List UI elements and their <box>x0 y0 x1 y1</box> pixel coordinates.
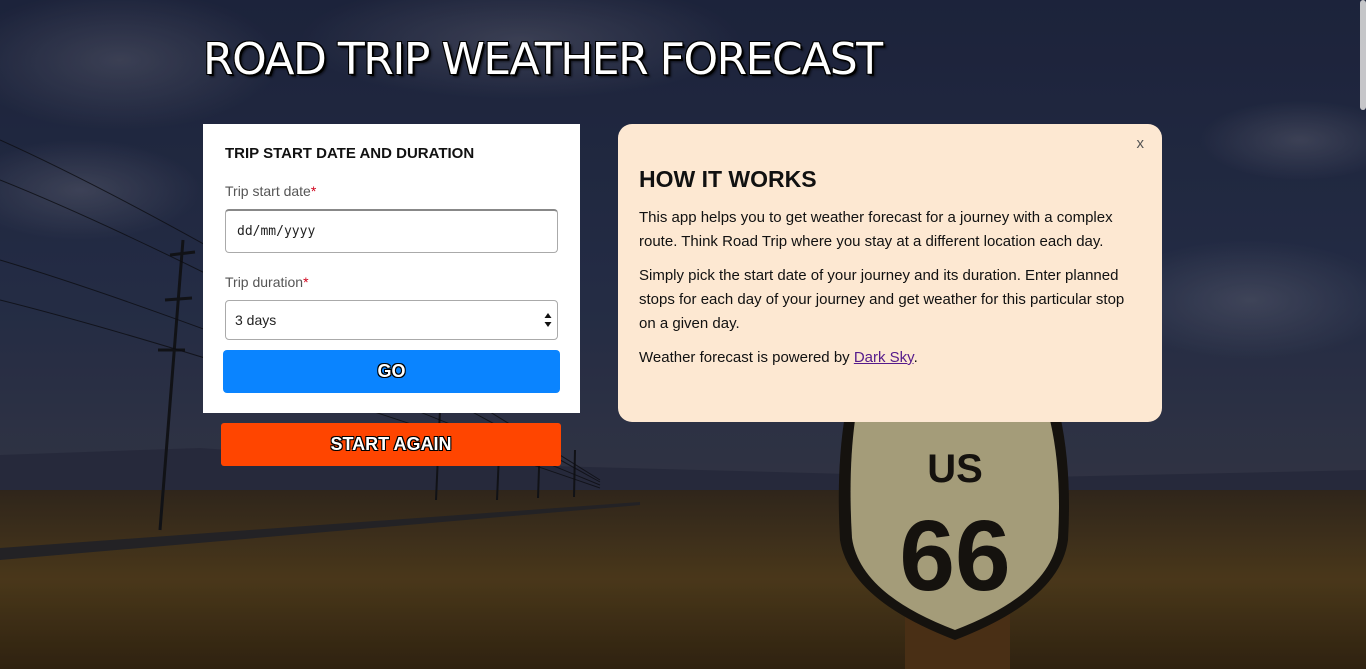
duration-label-text: Trip duration <box>225 274 304 290</box>
info-paragraph-3: Weather forecast is powered by Dark Sky. <box>639 346 1139 370</box>
duration-selected-value: 3 days <box>235 312 277 328</box>
info-paragraph-1: This app helps you to get weather foreca… <box>639 209 1113 250</box>
info-paragraph-2: Simply pick the start date of your journ… <box>639 267 1125 332</box>
select-arrows-icon <box>544 313 552 327</box>
required-mark: * <box>310 183 317 199</box>
page-title: ROAD TRIP WEATHER FORECAST <box>203 34 883 85</box>
duration-select[interactable]: 3 days <box>225 300 558 340</box>
scrollbar[interactable] <box>1360 0 1366 110</box>
powered-by-text: Weather forecast is powered by <box>639 349 854 366</box>
start-again-button[interactable]: START AGAIN <box>221 423 561 466</box>
info-heading: HOW IT WORKS <box>639 166 817 192</box>
trip-form-card: TRIP START DATE AND DURATION Trip start … <box>203 124 580 413</box>
period-text: . <box>913 349 918 366</box>
info-body: This app helps you to get weather foreca… <box>639 206 1139 380</box>
form-heading: TRIP START DATE AND DURATION <box>225 145 475 162</box>
start-date-label: Trip start date* <box>225 183 316 199</box>
duration-label: Trip duration* <box>225 274 309 290</box>
dark-sky-link[interactable]: Dark Sky <box>854 349 914 366</box>
close-icon[interactable]: x <box>1137 135 1145 152</box>
go-button[interactable]: GO <box>223 350 560 393</box>
start-date-input[interactable]: dd/mm/yyyy <box>225 209 558 253</box>
start-date-label-text: Trip start date <box>225 183 311 199</box>
how-it-works-card: x HOW IT WORKS This app helps you to get… <box>618 124 1162 422</box>
required-mark: * <box>303 274 309 290</box>
